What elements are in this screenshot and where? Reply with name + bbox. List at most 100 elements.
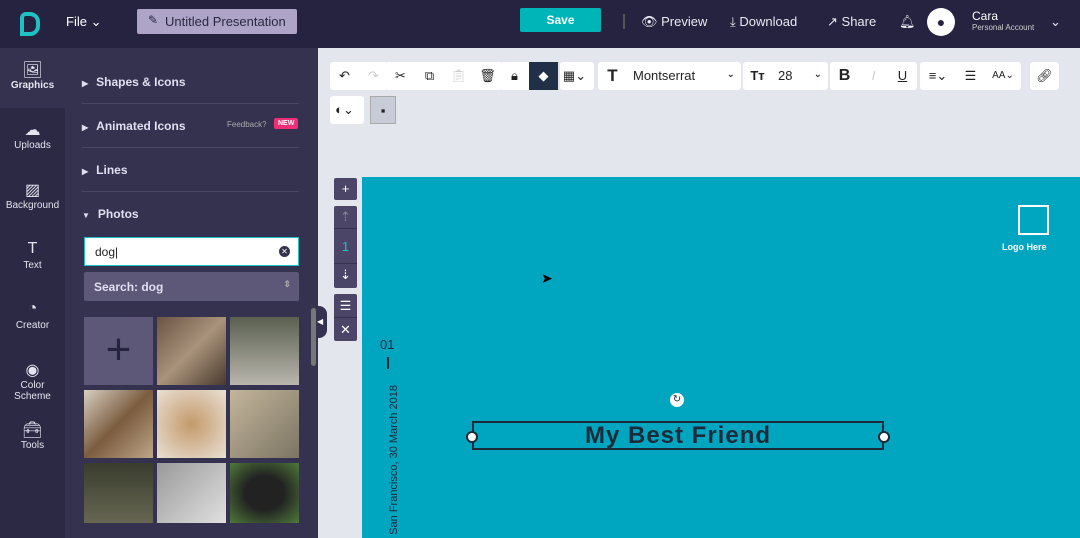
label: Creator xyxy=(15,320,50,331)
italic-icon[interactable]: I xyxy=(859,62,888,90)
bell-icon[interactable]: 🔔︎ xyxy=(899,14,916,30)
download-button[interactable]: ⤓ Download xyxy=(730,14,797,30)
sidebar-item-graphics[interactable]: 🖼︎ Graphics xyxy=(0,48,65,108)
image-icon: 🖼︎ xyxy=(22,62,43,79)
avatar[interactable]: ● xyxy=(927,8,955,36)
transparency-dropdown[interactable]: ▦⌄ xyxy=(560,62,594,90)
pencil-icon: ✎ xyxy=(148,13,159,27)
selected-title-textbox[interactable]: My Best Friend xyxy=(466,421,890,450)
section-lines[interactable]: ▶ Lines xyxy=(82,148,299,192)
label: Uploads xyxy=(14,140,51,151)
divider-line[interactable] xyxy=(387,357,389,369)
logo-placeholder[interactable] xyxy=(1018,205,1049,235)
add-photo-button[interactable]: + xyxy=(84,317,153,385)
bold-icon[interactable]: B xyxy=(830,62,859,90)
add-page-button[interactable]: + xyxy=(334,178,357,200)
redo-icon[interactable]: ↷ xyxy=(359,62,388,90)
eye-icon: 👁 xyxy=(641,14,658,29)
photo-thumbnail[interactable] xyxy=(230,317,299,385)
sidebar-item-uploads[interactable]: ☁ Uploads xyxy=(0,108,65,168)
history-group: ↶ ↷ xyxy=(330,62,388,90)
list-icon[interactable]: ☰ xyxy=(956,62,985,90)
undo-icon[interactable]: ↶ xyxy=(330,62,359,90)
panel-scrollbar[interactable] xyxy=(311,308,316,366)
title-text: My Best Friend xyxy=(584,422,772,449)
search-select[interactable]: Search: dog ⇕ xyxy=(84,272,299,301)
duplicate-page-icon[interactable]: ☰ xyxy=(334,294,357,317)
share-button[interactable]: ↗ Share xyxy=(827,14,876,30)
font-size-dropdown[interactable]: Tт 28 ⌄ xyxy=(743,62,828,90)
sidebar-item-background[interactable]: ▨ Background xyxy=(0,168,65,228)
move-page-down-icon[interactable]: ⇣ xyxy=(334,264,357,286)
fill-color-icon[interactable]: ◆ xyxy=(529,62,558,90)
text-icon: T xyxy=(607,66,618,85)
new-badge: NEW xyxy=(274,118,299,129)
position-button[interactable]: ▪ xyxy=(370,96,396,124)
sidebar-item-tools[interactable]: 🧰︎ Tools xyxy=(0,408,65,468)
copy-icon[interactable]: ⧉ xyxy=(415,62,444,90)
delete-page-icon[interactable]: ✕ xyxy=(334,317,357,340)
link-icon[interactable]: 🔗︎ xyxy=(1030,62,1059,90)
label: Background xyxy=(5,200,60,211)
photo-search-input[interactable]: dog| ✕ xyxy=(84,237,299,266)
user-name: Cara xyxy=(972,9,999,23)
lock-icon[interactable]: 🔒︎ xyxy=(500,62,529,90)
photo-thumbnail[interactable] xyxy=(157,390,226,458)
align-icon[interactable]: ≡⌄ xyxy=(920,62,956,90)
caret-right-icon: ▶ xyxy=(82,79,89,88)
slide-number-text[interactable]: 01 xyxy=(380,337,394,352)
paste-icon[interactable]: 📋︎ xyxy=(444,62,473,90)
resize-handle-left[interactable] xyxy=(466,431,478,443)
section-shapes-icons[interactable]: ▶ Shapes & Icons xyxy=(82,60,299,104)
share-label: Share xyxy=(841,14,877,29)
sidebar-item-text[interactable]: T Text xyxy=(0,228,65,288)
font-size: 28 xyxy=(778,68,793,83)
select-value: Search: dog xyxy=(94,280,164,294)
feedback-link[interactable]: Feedback? xyxy=(227,120,267,129)
clear-icon[interactable]: ✕ xyxy=(279,246,290,257)
paragraph-group: ≡⌄ ☰ AA⌄ xyxy=(920,62,1021,90)
photo-thumbnail[interactable] xyxy=(230,463,299,523)
caret-down-icon: ▼ xyxy=(82,211,90,220)
page-number[interactable]: 1 xyxy=(334,228,357,264)
collapse-panel-button[interactable]: ◀ xyxy=(317,306,327,338)
search-value: dog xyxy=(95,245,116,259)
transparency-icon: ▦⌄ xyxy=(562,68,587,83)
mouse-cursor: ➤ xyxy=(541,270,553,286)
effects-icon: ◐⌄ xyxy=(335,102,354,117)
preview-label: Preview xyxy=(661,14,708,29)
photo-thumbnail[interactable] xyxy=(230,390,299,458)
graphics-panel: ▶ Shapes & Icons ▶ Animated Icons Feedback?… xyxy=(65,48,318,538)
photo-thumbnail[interactable] xyxy=(84,390,153,458)
lock-group: 🔒︎ ◆ xyxy=(500,62,558,90)
photo-thumbnail[interactable] xyxy=(157,463,226,523)
cut-icon[interactable]: ✂ xyxy=(386,62,415,90)
rotate-handle[interactable]: ↻ xyxy=(670,393,684,407)
location-date-text[interactable]: San Francisco, 30 March 2018 xyxy=(388,385,400,537)
letter-spacing-icon[interactable]: AA⌄ xyxy=(985,62,1021,90)
effects-dropdown[interactable]: ◐⌄ xyxy=(330,96,364,124)
font-name: Montserrat xyxy=(633,68,696,83)
section-animated-icons[interactable]: ▶ Animated Icons Feedback? NEW xyxy=(82,104,299,148)
photo-thumbnail[interactable] xyxy=(84,463,153,523)
font-family-dropdown[interactable]: T Montserrat ⌄ xyxy=(598,62,741,90)
preview-button[interactable]: 👁 Preview xyxy=(641,14,707,30)
resize-handle-right[interactable] xyxy=(878,431,890,443)
trash-icon[interactable]: 🗑︎ xyxy=(473,62,502,90)
app-logo[interactable] xyxy=(20,12,40,36)
file-label: File xyxy=(66,14,87,29)
chevron-down-icon[interactable]: ⌄ xyxy=(1050,14,1061,30)
text-icon: T xyxy=(27,240,38,257)
sidebar-item-color-scheme[interactable]: ◉ Color Scheme xyxy=(0,348,65,408)
move-page-up-icon[interactable]: ⇡ xyxy=(334,206,357,228)
sidebar-item-creator[interactable]: ◔ Creator xyxy=(0,288,65,348)
underline-icon[interactable]: U xyxy=(888,62,917,90)
presentation-title[interactable]: ✎ Untitled Presentation xyxy=(137,9,297,34)
logo-placeholder-text[interactable]: Logo Here xyxy=(1002,242,1047,252)
photo-thumbnail[interactable] xyxy=(157,317,226,385)
section-photos[interactable]: ▼ Photos xyxy=(82,192,299,236)
save-button[interactable]: Save xyxy=(520,8,601,32)
file-menu[interactable]: File ⌄ xyxy=(66,14,101,30)
label: Graphics xyxy=(10,80,55,91)
slide-canvas[interactable]: Logo Here 01 San Francisco, 30 March 201… xyxy=(362,177,1080,538)
